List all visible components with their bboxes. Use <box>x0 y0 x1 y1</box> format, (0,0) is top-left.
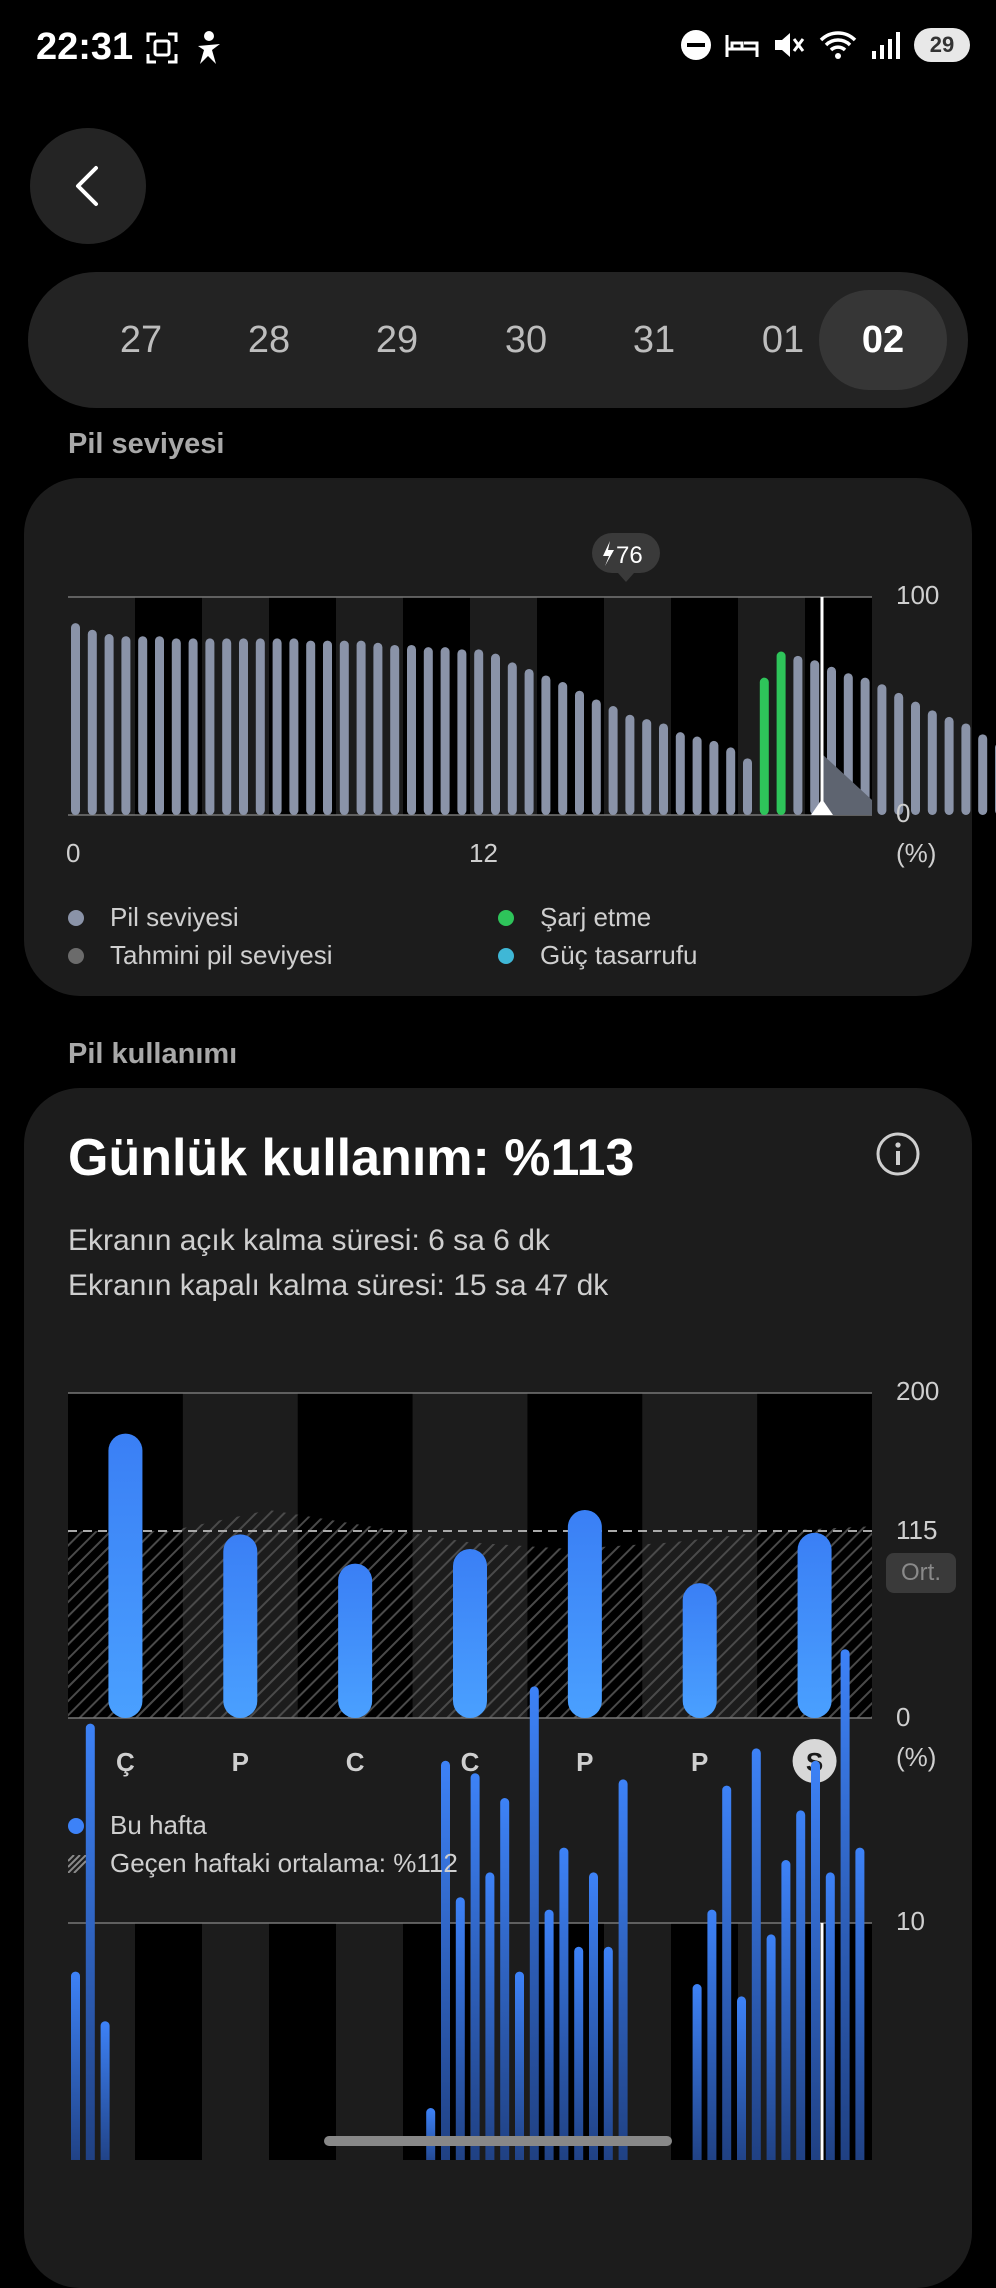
hourly-usage-bar <box>529 1686 539 2160</box>
hourly-usage-bar <box>692 1984 702 2160</box>
legend-label: Geçen haftaki ortalama: %112 <box>110 1848 458 1878</box>
usage-y-min: 0 <box>896 1702 911 1732</box>
day-label[interactable]: C <box>346 1747 365 1777</box>
hourly-usage-bar <box>559 1847 569 2160</box>
daily-usage-bar[interactable] <box>338 1563 373 1718</box>
hourly-usage-bar <box>544 1909 554 2160</box>
hourly-usage-bar <box>855 1847 865 2160</box>
legend-dot <box>68 1817 84 1834</box>
hourly-usage-bar <box>766 1934 776 2160</box>
hourly-usage-bar <box>751 1748 761 2160</box>
legend-label: Bu hafta <box>110 1810 207 1840</box>
legend-last-week-average: Geçen haftaki ortalama: %112 <box>68 1848 458 1879</box>
usage-y-avg: 115 <box>896 1515 938 1545</box>
daily-usage-bar[interactable] <box>108 1433 143 1718</box>
usage-y-max: 200 <box>896 1376 940 1406</box>
day-label[interactable]: P <box>232 1747 249 1777</box>
hourly-usage-bar <box>603 1946 613 2160</box>
day-label[interactable]: Ç <box>116 1747 135 1777</box>
hourly-usage-bar <box>811 1760 820 2160</box>
hourly-usage-bar <box>796 1810 806 2160</box>
hourly-usage-bar <box>618 1779 628 2160</box>
hourly-usage-bar <box>574 1946 584 2160</box>
daily-usage-bar[interactable] <box>682 1583 717 1718</box>
hourly-usage-bar <box>470 1773 480 2160</box>
hourly-usage-bar <box>722 1785 732 2160</box>
daily-usage-bar[interactable] <box>797 1532 832 1718</box>
hourly-usage-bar <box>825 1872 835 2160</box>
hourly-y-max: 10 <box>896 1906 925 1936</box>
daily-usage-bar[interactable] <box>223 1534 258 1718</box>
day-label[interactable]: P <box>691 1747 708 1777</box>
chart-column-band <box>269 1923 336 2160</box>
usage-y-unit: (%) <box>896 1742 937 1772</box>
hourly-usage-bar <box>441 1760 450 2160</box>
hourly-usage-bar <box>707 1909 717 2160</box>
hourly-usage-bar <box>71 1971 80 2160</box>
daily-usage-bar[interactable] <box>453 1549 487 1718</box>
legend-this-week: Bu hafta <box>68 1810 207 1841</box>
day-label[interactable]: P <box>576 1747 593 1777</box>
hourly-usage-bar <box>485 1872 495 2160</box>
day-label[interactable]: C <box>461 1747 480 1777</box>
hourly-usage-bar <box>840 1649 850 2160</box>
hourly-usage-bar <box>589 1872 598 2160</box>
hourly-usage-bar <box>500 1798 510 2160</box>
home-indicator[interactable] <box>324 2136 672 2146</box>
hourly-usage-bar <box>515 1971 524 2160</box>
hourly-usage-bar <box>100 2021 110 2160</box>
daily-usage-bar[interactable] <box>567 1510 602 1718</box>
hourly-usage-bar <box>426 2108 436 2160</box>
hourly-usage-bar <box>455 1897 465 2160</box>
hatch-legend-icon <box>68 1854 86 1873</box>
hourly-usage-bar <box>781 1860 791 2160</box>
chart-column-band <box>135 1923 202 2160</box>
hourly-usage-bar <box>737 1996 746 2160</box>
average-badge: Ort. <box>886 1553 956 1593</box>
hourly-usage-bar <box>85 1723 95 2160</box>
